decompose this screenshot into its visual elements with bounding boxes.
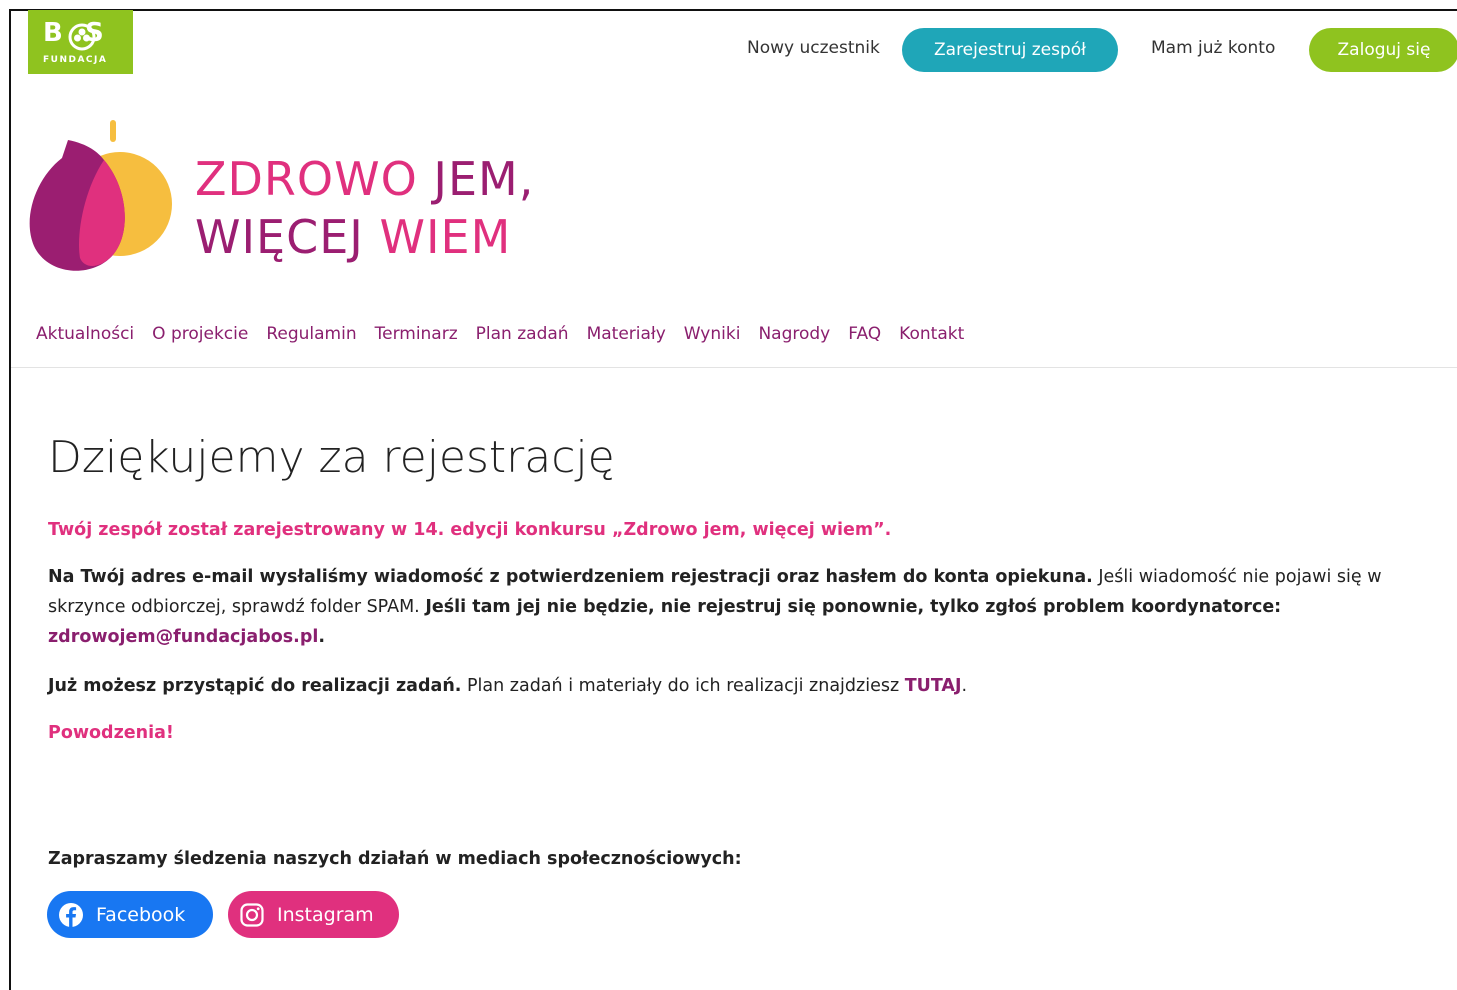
nav-item-wyniki[interactable]: Wyniki — [684, 324, 741, 344]
nav-item-materialy[interactable]: Materiały — [587, 324, 666, 344]
brand-word-wiem: WIEM — [379, 210, 512, 264]
good-luck-text: Powodzenia! — [48, 723, 174, 743]
register-team-button[interactable]: Zarejestruj zespół — [902, 28, 1118, 72]
have-account-text: Mam już konto — [1151, 38, 1276, 58]
nav-item-kontakt[interactable]: Kontakt — [899, 324, 964, 344]
tasks-info-end: . — [961, 676, 968, 696]
nav-item-regulamin[interactable]: Regulamin — [266, 324, 356, 344]
brand-word-jem: JEM, — [433, 152, 535, 206]
email-info-end: . — [318, 627, 326, 647]
fruit-logo-icon[interactable] — [28, 118, 178, 278]
brand-word-zdrowo: ZDROWO — [195, 152, 418, 206]
page-title: Dziękujemy za rejestrację — [48, 432, 615, 483]
email-info-paragraph: Na Twój adres e-mail wysłaliśmy wiadomoś… — [48, 562, 1438, 652]
nav-item-nagrody[interactable]: Nagrody — [758, 324, 830, 344]
instagram-label: Instagram — [277, 903, 374, 926]
brand-word-wiecej: WIĘCEJ — [195, 210, 364, 264]
facebook-icon — [59, 902, 83, 927]
email-info-bold: Na Twój adres e-mail wysłaliśmy wiadomoś… — [48, 567, 1093, 587]
facebook-label: Facebook — [96, 903, 186, 926]
facebook-button[interactable]: Facebook — [47, 891, 213, 938]
instagram-icon — [240, 902, 264, 927]
top-navigation: Nowy uczestnik Zarejestruj zespół Mam ju… — [0, 28, 1457, 72]
nav-item-plan-zadan[interactable]: Plan zadań — [476, 324, 569, 344]
nav-divider — [11, 367, 1457, 368]
brand-title-line2: WIĘCEJ WIEM — [195, 208, 534, 266]
login-button[interactable]: Zaloguj się — [1309, 28, 1457, 72]
email-warning-bold: Jeśli tam jej nie będzie, nie rejestruj … — [425, 597, 1282, 617]
tasks-info-bold: Już możesz przystąpić do realizacji zada… — [48, 676, 462, 696]
brand-title-line1: ZDROWO JEM, — [195, 150, 534, 208]
new-participant-text: Nowy uczestnik — [747, 38, 880, 58]
brand-title: ZDROWO JEM, WIĘCEJ WIEM — [195, 150, 534, 266]
coordinator-email-link[interactable]: zdrowojem@fundacjabos.pl — [48, 627, 318, 647]
nav-item-o-projekcie[interactable]: O projekcie — [152, 324, 248, 344]
tutaj-link[interactable]: TUTAJ — [905, 676, 962, 696]
nav-item-terminarz[interactable]: Terminarz — [375, 324, 458, 344]
main-navigation: Aktualności O projekcie Regulamin Termin… — [36, 324, 964, 344]
instagram-button[interactable]: Instagram — [228, 891, 399, 938]
nav-item-faq[interactable]: FAQ — [848, 324, 881, 344]
social-intro-text: Zapraszamy śledzenia naszych działań w m… — [48, 849, 742, 869]
registration-confirmation-text: Twój zespół został zarejestrowany w 14. … — [48, 520, 892, 540]
tasks-info-paragraph: Już możesz przystąpić do realizacji zada… — [48, 671, 1438, 701]
tasks-info-text: Plan zadań i materiały do ich realizacji… — [461, 676, 905, 696]
nav-item-aktualnosci[interactable]: Aktualności — [36, 324, 134, 344]
